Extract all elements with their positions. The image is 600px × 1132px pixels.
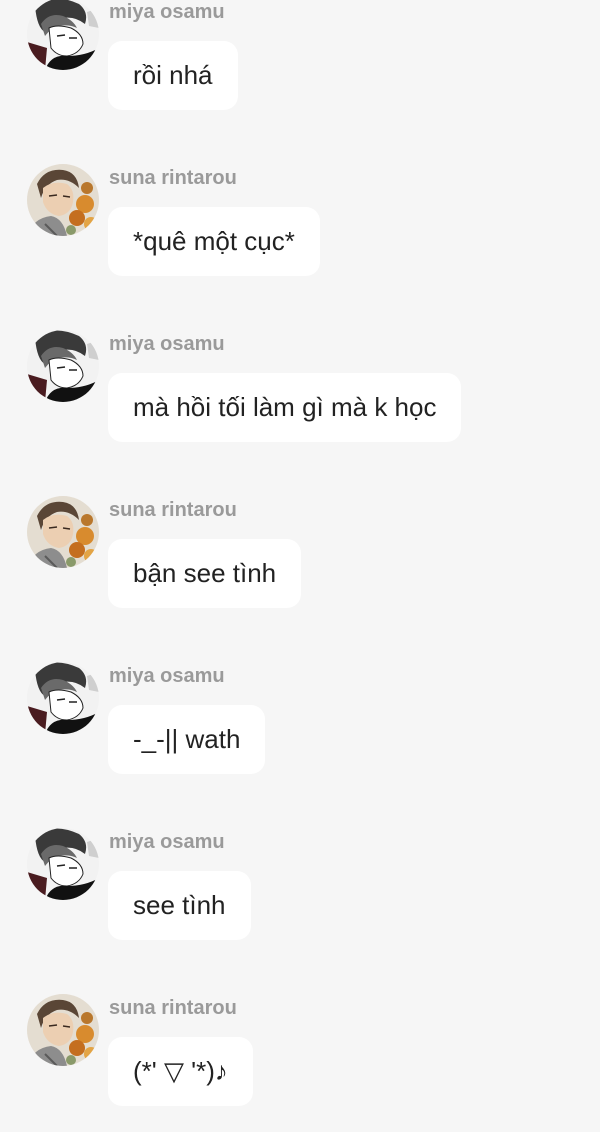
osamu-avatar[interactable] — [27, 662, 99, 734]
message-bubble[interactable]: (*' ▽ '*)♪ — [108, 1037, 253, 1106]
sender-name: miya osamu — [109, 665, 225, 687]
sender-name: miya osamu — [109, 831, 225, 853]
sender-name: miya osamu — [109, 1, 225, 23]
message-row: suna rintarou bận see tình — [0, 468, 600, 634]
suna-avatar[interactable] — [27, 994, 99, 1066]
suna-avatar[interactable] — [27, 496, 99, 568]
message-row: miya osamu see tình — [0, 800, 600, 966]
message-bubble[interactable]: *quê một cục* — [108, 207, 320, 276]
message-bubble[interactable]: mà hồi tối làm gì mà k học — [108, 373, 462, 442]
suna-avatar[interactable] — [27, 164, 99, 236]
message-bubble[interactable]: -_-|| wath — [108, 705, 266, 774]
message-row: miya osamu mà hồi tối làm gì mà k học — [0, 302, 600, 468]
message-bubble[interactable]: bận see tình — [108, 539, 302, 608]
sender-name: suna rintarou — [109, 499, 237, 521]
sender-name: suna rintarou — [109, 997, 237, 1019]
message-row: suna rintarou (*' ▽ '*)♪ — [0, 966, 600, 1132]
message-row: miya osamu -_-|| wath — [0, 634, 600, 800]
osamu-avatar[interactable] — [27, 0, 99, 70]
chat-message-list[interactable]: miya osamu rồi nhá suna rintarou *quê mộ… — [0, 0, 600, 1132]
osamu-avatar[interactable] — [27, 330, 99, 402]
message-row: miya osamu rồi nhá — [0, 0, 600, 136]
osamu-avatar[interactable] — [27, 828, 99, 900]
message-row: suna rintarou *quê một cục* — [0, 136, 600, 302]
sender-name: suna rintarou — [109, 167, 237, 189]
message-bubble[interactable]: see tình — [108, 871, 251, 940]
sender-name: miya osamu — [109, 333, 225, 355]
message-bubble[interactable]: rồi nhá — [108, 41, 238, 110]
